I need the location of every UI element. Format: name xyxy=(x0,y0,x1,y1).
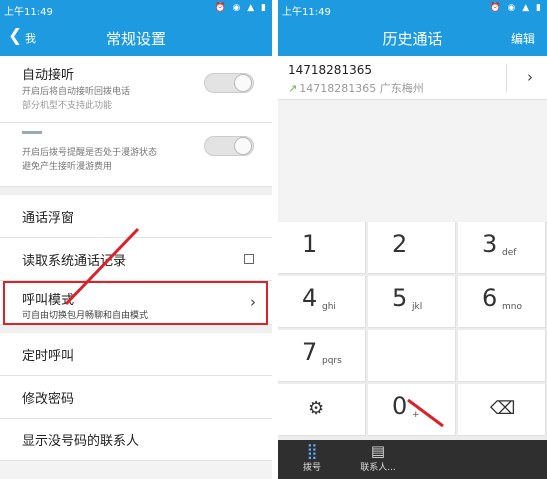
settings-screen: 上午11:49 ⏰ ◉ ▲ ▮ ❮ 我 常规设置 自动接听 开启后将自动接听回拨… xyxy=(0,0,272,479)
annotation-arrow-line xyxy=(64,227,140,306)
tab-label: 联系人... xyxy=(360,463,396,473)
call-history-screen: 上午11:49 ⏰ ◉ ▲ ▮ 历史通话 编辑 14718281365 ↗ 147… xyxy=(278,0,547,479)
contacts-book-icon: ▤ xyxy=(370,442,386,460)
tab-contacts[interactable]: ▤ 联系人... xyxy=(348,442,408,473)
tab-label: 拨号 xyxy=(302,463,321,473)
tab-dial[interactable]: ⣿ 拨号 xyxy=(282,442,342,473)
annotation-arrow xyxy=(407,398,444,428)
annotation-arrow xyxy=(64,227,140,306)
annotation-arrow-line xyxy=(407,398,444,428)
bottom-tab-bar: ⣿ 拨号 ▤ 联系人... xyxy=(278,440,547,479)
dialpad-icon: ⣿ xyxy=(306,442,318,460)
